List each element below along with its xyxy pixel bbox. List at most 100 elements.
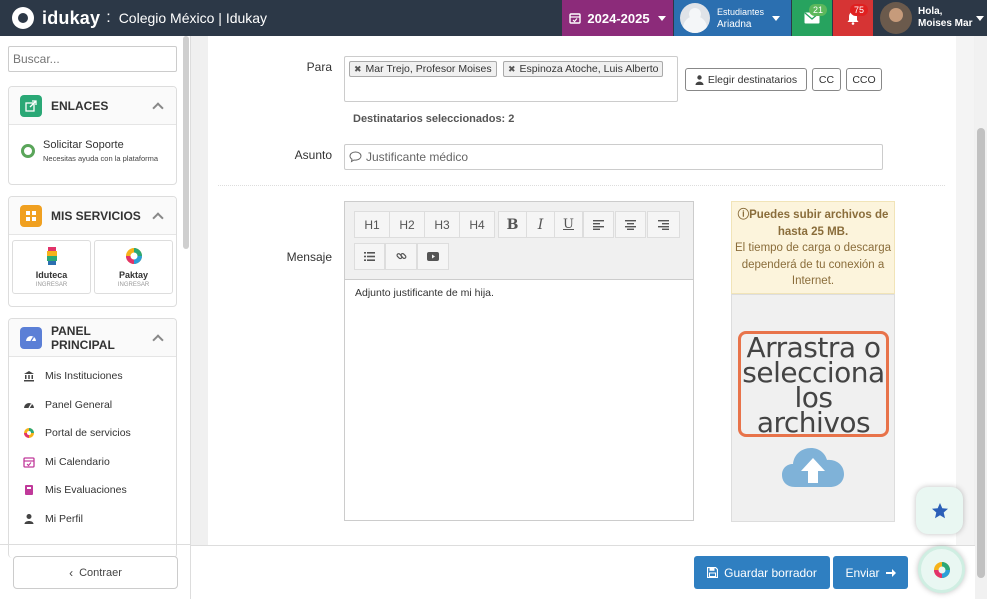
remove-icon[interactable]: ✖ bbox=[508, 64, 516, 75]
italic-label: I bbox=[537, 216, 544, 233]
chevron-up-icon[interactable] bbox=[152, 211, 164, 224]
user-icon bbox=[695, 74, 704, 85]
recipients-field[interactable]: ✖ Mar Trejo, Profesor Moises ✖ Espinoza … bbox=[344, 56, 678, 102]
bold-button[interactable]: B bbox=[498, 211, 527, 238]
drop-zone-text: Arrastra o selecciona los archivos bbox=[738, 331, 889, 437]
sidebar-scrollbar[interactable] bbox=[183, 36, 189, 249]
heading1-label: H1 bbox=[364, 217, 380, 232]
chevron-up-icon[interactable] bbox=[152, 333, 164, 346]
services-card-header[interactable]: MIS SERVICIOS bbox=[9, 197, 176, 235]
heading3-label: H3 bbox=[434, 217, 450, 232]
youtube-icon bbox=[427, 252, 439, 261]
main-panel-header[interactable]: PANEL PRINCIPAL bbox=[9, 319, 176, 357]
service-paktay[interactable]: Paktay INGRESAR bbox=[94, 240, 173, 294]
underline-button[interactable]: U bbox=[554, 211, 583, 238]
top-bar: idukay : Colegio México | Idukay 2024-20… bbox=[0, 0, 987, 36]
recipient-tag[interactable]: ✖ Espinoza Atoche, Luis Alberto bbox=[503, 61, 664, 77]
recipient-tag[interactable]: ✖ Mar Trejo, Profesor Moises bbox=[349, 61, 497, 77]
calendar-icon bbox=[23, 456, 35, 468]
send-button[interactable]: Enviar bbox=[833, 556, 908, 589]
school-year-selector[interactable]: 2024-2025 bbox=[562, 0, 673, 36]
menu-item-calendario[interactable]: Mi Calendario bbox=[9, 448, 176, 477]
remove-icon[interactable]: ✖ bbox=[354, 64, 362, 75]
school-year: 2024-2025 bbox=[587, 10, 650, 26]
italic-button[interactable]: I bbox=[526, 211, 555, 238]
link-button[interactable] bbox=[385, 243, 417, 270]
align-left-icon bbox=[593, 219, 604, 230]
align-left-button[interactable] bbox=[583, 211, 614, 238]
editor-toolbar: H1 H2 H3 H4 B I U bbox=[345, 202, 693, 280]
messages-button[interactable]: 21 bbox=[792, 0, 832, 36]
file-drop-zone[interactable]: Arrastra o selecciona los archivos bbox=[731, 294, 895, 522]
menu-item-evaluaciones[interactable]: Mis Evaluaciones bbox=[9, 476, 176, 505]
align-right-button[interactable] bbox=[647, 211, 680, 238]
chevron-down-icon bbox=[657, 15, 666, 21]
upload-info-text: El tiempo de carga o descarga dependerá … bbox=[735, 242, 891, 287]
video-button[interactable] bbox=[417, 243, 449, 270]
heading1-button[interactable]: H1 bbox=[354, 211, 390, 238]
brand-separator: : bbox=[106, 9, 111, 26]
sidebar: ENLACES Solicitar Soporte Necesitas ayud… bbox=[0, 36, 191, 599]
heading4-button[interactable]: H4 bbox=[459, 211, 495, 238]
page-scrollbar[interactable] bbox=[975, 36, 987, 599]
subject-value: Justificante médico bbox=[366, 150, 469, 164]
form-divider bbox=[218, 185, 945, 186]
menu-item-portal-servicios[interactable]: Portal de servicios bbox=[9, 419, 176, 448]
main-panel-title: PANEL PRINCIPAL bbox=[51, 323, 115, 352]
heading3-button[interactable]: H3 bbox=[424, 211, 460, 238]
subject-input[interactable]: Justificante médico bbox=[344, 144, 883, 170]
menu-item-panel-general[interactable]: Panel General bbox=[9, 391, 176, 420]
user-avatar bbox=[880, 2, 912, 34]
user-name: Moises Mar bbox=[918, 18, 973, 29]
search-input[interactable] bbox=[8, 46, 177, 72]
chevron-up-icon[interactable] bbox=[152, 101, 164, 114]
heading2-button[interactable]: H2 bbox=[389, 211, 425, 238]
align-center-icon bbox=[625, 219, 636, 230]
menu-item-label: Portal de servicios bbox=[45, 427, 131, 440]
scrollbar-thumb[interactable] bbox=[977, 128, 985, 578]
student-name: Ariadna bbox=[717, 18, 752, 30]
save-draft-button[interactable]: Guardar borrador bbox=[694, 556, 830, 589]
info-circle-icon: ⓘ bbox=[737, 209, 750, 221]
message-body[interactable]: Adjunto justificante de mi hija. bbox=[345, 280, 693, 306]
collapse-sidebar-button[interactable]: ‹ Contraer bbox=[13, 556, 178, 589]
service-action: INGRESAR bbox=[117, 282, 150, 288]
message-editor[interactable]: H1 H2 H3 H4 B I U Adjunto justificante d… bbox=[344, 201, 694, 521]
favorites-button[interactable] bbox=[916, 487, 963, 534]
save-icon bbox=[707, 567, 719, 578]
external-link-icon bbox=[20, 94, 42, 117]
menu-item-instituciones[interactable]: Mis Instituciones bbox=[9, 362, 176, 391]
save-draft-label: Guardar borrador bbox=[724, 565, 817, 580]
chevron-down-icon bbox=[772, 15, 781, 21]
cco-button[interactable]: CCO bbox=[846, 68, 882, 91]
services-logo-icon bbox=[23, 427, 35, 439]
heading4-label: H4 bbox=[469, 217, 485, 232]
links-card-header[interactable]: ENLACES bbox=[9, 87, 176, 125]
message-label: Mensaje bbox=[286, 250, 332, 264]
greeting: Hola, bbox=[918, 6, 943, 17]
user-menu[interactable]: Hola, Moises Mar bbox=[874, 0, 987, 36]
align-center-button[interactable] bbox=[615, 211, 646, 238]
choose-recipients-label: Elegir destinatarios bbox=[707, 73, 798, 86]
iduteca-icon bbox=[46, 247, 57, 265]
notifications-button[interactable]: 75 bbox=[833, 0, 873, 36]
list-button[interactable] bbox=[354, 243, 385, 270]
assistant-button[interactable] bbox=[918, 546, 965, 593]
menu-item-label: Mi Calendario bbox=[45, 455, 110, 468]
menu-item-perfil[interactable]: Mi Perfil bbox=[9, 505, 176, 534]
cco-label: CCO bbox=[852, 73, 876, 86]
student-selector[interactable]: Estudiantes Ariadna bbox=[674, 0, 791, 36]
messages-badge: 21 bbox=[808, 4, 827, 16]
send-label: Enviar bbox=[845, 565, 880, 580]
choose-recipients-button[interactable]: Elegir destinatarios bbox=[685, 68, 807, 91]
cloud-upload-icon bbox=[782, 448, 844, 487]
evaluations-icon bbox=[23, 484, 35, 496]
support-link[interactable]: Solicitar Soporte Necesitas ayuda con la… bbox=[9, 125, 176, 163]
upload-limit-text: Puedes subir archivos de hasta 25 MB. bbox=[749, 209, 889, 238]
selected-recipients-count: Destinatarios seleccionados: 2 bbox=[353, 113, 515, 125]
logo[interactable]: idukay : Colegio México | Idukay bbox=[0, 7, 267, 29]
service-iduteca[interactable]: Iduteca INGRESAR bbox=[12, 240, 91, 294]
cc-label: CC bbox=[818, 73, 835, 86]
menu-item-label: Mis Evaluaciones bbox=[45, 484, 127, 497]
cc-button[interactable]: CC bbox=[812, 68, 841, 91]
